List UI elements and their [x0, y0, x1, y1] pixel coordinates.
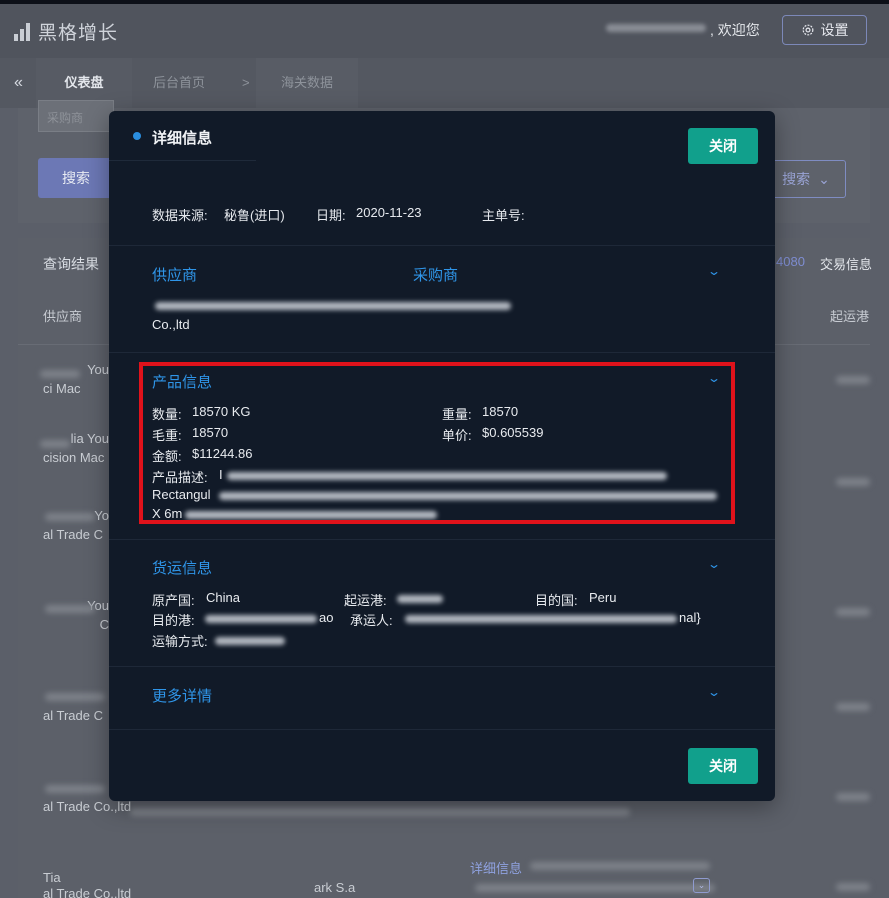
table-row-supplier: al Trade C [43, 708, 103, 723]
more-details-section: 更多详情 ⌄ [109, 666, 775, 730]
supplier-name-redacted [155, 302, 511, 310]
breadcrumb-bar [0, 58, 889, 108]
title-dot [133, 132, 141, 140]
redacted-text [45, 693, 105, 701]
redacted-text [836, 608, 870, 616]
redacted-text [40, 370, 80, 378]
chevron-down-icon: ⌄ [818, 170, 830, 187]
modal-title: 详细信息 [152, 130, 213, 147]
expand-row-button[interactable]: ⌄ [693, 878, 710, 893]
settings-label: 设置 [820, 22, 849, 38]
destination-country-label: 目的国: [535, 593, 578, 608]
advanced-search-button[interactable]: 搜索 ⌄ [766, 160, 846, 198]
result-title: 查询结果 [43, 256, 99, 272]
advanced-search-label: 搜索 [782, 171, 811, 187]
welcome-text: , 欢迎您 [710, 22, 760, 38]
trade-info-tab[interactable]: 交易信息 [820, 254, 872, 273]
origin-country-value: China [206, 590, 240, 605]
table-row-supplier: C [99, 617, 109, 632]
redacted-text [836, 376, 870, 384]
redacted-text [836, 478, 870, 486]
redacted-text [130, 808, 630, 816]
settings-button[interactable]: 设置 [782, 15, 867, 45]
table-row-supplier: al Trade C [43, 527, 103, 542]
breadcrumb-separator: > [242, 75, 250, 90]
date-label: 日期: [316, 208, 346, 223]
more-details-heading[interactable]: 更多详情 [152, 685, 212, 706]
tab-customs-data[interactable]: 海关数据 [256, 58, 358, 108]
username-redacted [606, 24, 706, 32]
table-row-buyer: ark S.a [314, 880, 356, 895]
redacted-text [836, 703, 870, 711]
redacted-text [45, 605, 95, 613]
brand-name: 黑格增长 [38, 23, 119, 44]
redacted-text [530, 862, 710, 870]
buyer-input[interactable]: 采购商 [38, 100, 114, 132]
destination-country-value: Peru [589, 590, 617, 605]
data-source-value: 秘鲁(进口) [224, 208, 285, 223]
origin-country-label: 原产国: [152, 593, 195, 608]
double-chevron-left-icon[interactable]: « [14, 74, 23, 92]
chevron-down-icon[interactable]: ⌄ [707, 685, 721, 699]
brand[interactable]: 黑格增长 [14, 18, 118, 45]
close-button-top[interactable]: 关闭 [688, 128, 758, 164]
date-value: 2020-11-23 [356, 205, 422, 220]
master-bill-label: 主单号: [482, 208, 525, 223]
search-button[interactable]: 搜索 [38, 158, 114, 198]
redacted-text [40, 440, 70, 448]
buyer-heading[interactable]: 采购商 [413, 264, 458, 285]
transport-mode-redacted [215, 637, 285, 645]
close-button-bottom[interactable]: 关闭 [688, 748, 758, 784]
result-count: 4080 [776, 254, 805, 269]
table-row-supplier: ci Mac [43, 381, 81, 396]
port-of-loading-redacted [397, 595, 443, 603]
supplier-suffix: Co.,ltd [152, 317, 190, 332]
shipping-heading[interactable]: 货运信息 [152, 557, 212, 578]
detail-link[interactable]: 详细信息 [470, 858, 522, 877]
destination-port-redacted [205, 615, 317, 623]
modal-header: 详细信息 [109, 111, 775, 161]
breadcrumb-home[interactable]: 后台首页 [153, 58, 205, 108]
table-row-supplier: Tia [43, 870, 61, 885]
table-row-supplier: cision Mac [43, 450, 105, 465]
parties-section: 供应商 采购商 ⌄ Co.,ltd [109, 245, 775, 352]
highlight-box [139, 362, 735, 524]
supplier-heading[interactable]: 供应商 [152, 264, 197, 285]
chevron-down-icon[interactable]: ⌄ [707, 264, 721, 278]
bar-chart-icon [14, 22, 32, 41]
data-source-label: 数据来源: [152, 208, 208, 223]
shipping-section: 货运信息 ⌄ 原产国: China 起运港: 目的国: Peru 目的港: ao… [109, 539, 775, 666]
destination-port-suffix: ao [319, 610, 334, 625]
redacted-text [836, 883, 870, 891]
destination-port-label: 目的港: [152, 613, 195, 628]
chevron-down-icon[interactable]: ⌄ [707, 557, 721, 571]
column-header-supplier: 供应商 [43, 309, 83, 324]
redacted-text [45, 785, 105, 793]
column-header-origin-port: 起运港 [830, 309, 870, 324]
transport-mode-label: 运输方式: [152, 634, 208, 649]
redacted-text [475, 884, 715, 892]
table-row-supplier: al Trade Co.,ltd [43, 799, 132, 814]
redacted-text [836, 793, 870, 801]
carrier-redacted [405, 615, 677, 623]
carrier-label: 承运人: [350, 613, 393, 628]
gear-icon [802, 24, 813, 36]
table-row-supplier: al Trade Co.,ltd [43, 886, 132, 898]
title-underline [109, 160, 256, 161]
port-of-loading-label: 起运港: [344, 593, 387, 608]
redacted-text [45, 513, 95, 521]
carrier-suffix: nal} [679, 610, 701, 625]
